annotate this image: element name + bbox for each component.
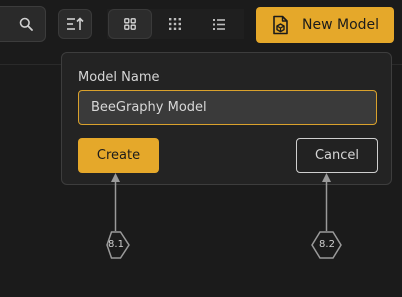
annotation-label-8-2: 8.2 [319, 239, 335, 250]
annotation-label-8-1: 8.1 [108, 239, 124, 250]
annotation-layer [106, 173, 342, 259]
